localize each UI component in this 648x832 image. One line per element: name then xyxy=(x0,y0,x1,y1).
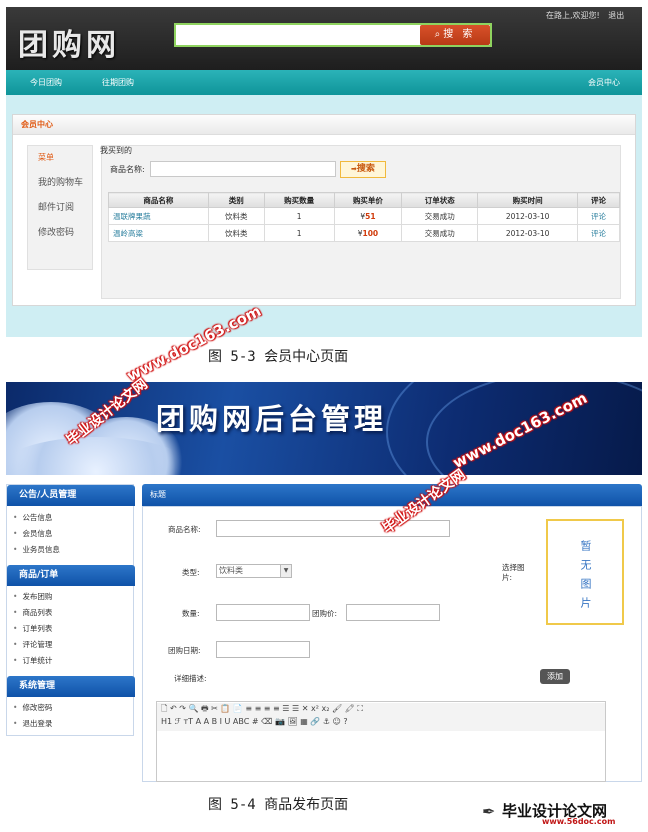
row-category: 饮料类 xyxy=(207,207,265,225)
product-name-label: 商品名称: xyxy=(168,525,201,534)
sidebar-item-product-list[interactable]: 商品列表 xyxy=(13,607,52,618)
sidebar-item-order-list[interactable]: 订单列表 xyxy=(13,623,52,634)
col-category: 类别 xyxy=(207,192,265,208)
logout-link[interactable]: 退出 xyxy=(608,11,624,20)
top-links: 在路上,欢迎您! 退出 xyxy=(546,10,630,21)
nav-member-center[interactable]: 会员中心 xyxy=(588,77,620,88)
panel-title: 会员中心 xyxy=(13,115,635,135)
sidebar-section-announcements[interactable]: 公告/人员管理 xyxy=(7,485,135,506)
col-time: 购买时间 xyxy=(477,192,579,208)
member-sidebar: 菜单 我的购物车 邮件订阅 修改密码 xyxy=(27,145,93,270)
sidebar-item-subscription[interactable]: 邮件订阅 xyxy=(28,194,92,219)
orders-area: 我买到的 商品名称: ➡搜索 商品名称 类别 购买数量 购买单价 订单状态 购买… xyxy=(100,145,621,299)
sidebar-section-system[interactable]: 系统管理 xyxy=(7,676,135,697)
sidebar-item-member-info[interactable]: 会员信息 xyxy=(13,528,52,539)
search-button[interactable]: ⌕搜 索 xyxy=(420,25,490,45)
type-label: 类型: xyxy=(182,568,200,577)
group-price-label: 团购价: xyxy=(312,609,338,618)
pen-icon: ✒ xyxy=(482,802,496,821)
col-comment: 评论 xyxy=(577,192,620,208)
editor-toolbar-row-2[interactable]: H1 ℱ тT A A B I U ABC # ⌫ 📷 🖼 ▦ 🔗 ⚓ ☺ ? xyxy=(157,717,605,731)
sidebar-item-logout[interactable]: 退出登录 xyxy=(13,718,52,729)
col-status: 订单状态 xyxy=(401,192,479,208)
type-select-value: 饮料类 xyxy=(219,566,243,575)
orders-table: 商品名称 类别 购买数量 购买单价 订单状态 购买时间 评论 温联牌果蔬 饮料类… xyxy=(108,192,620,242)
sidebar-item-comment-management[interactable]: 评论管理 xyxy=(13,639,52,650)
photo-preview[interactable]: 暂无图片 xyxy=(546,519,624,625)
row-quantity: 1 xyxy=(263,207,335,225)
col-product: 商品名称 xyxy=(108,192,209,208)
table-row: 温岭高粱 饮料类 1 ¥100 交易成功 2012-03-10 评论 xyxy=(108,224,620,242)
row-price: ¥100 xyxy=(333,224,403,242)
row-category: 饮料类 xyxy=(207,224,265,242)
filter-search-button[interactable]: ➡搜索 xyxy=(340,161,386,178)
table-row: 温联牌果蔬 饮料类 1 ¥51 交易成功 2012-03-10 评论 xyxy=(108,207,620,225)
photo-label: 选择图片: xyxy=(502,563,525,582)
sidebar-item-publish-deal[interactable]: 发布团购 xyxy=(13,591,52,602)
table-header-row: 商品名称 类别 购买数量 购买单价 订单状态 购买时间 评论 xyxy=(108,192,620,208)
price-value: 51 xyxy=(365,211,376,221)
admin-sidebar: 公告/人员管理 公告信息 会员信息 业务员信息 商品/订单 发布团购 商品列表 … xyxy=(6,484,135,736)
nav-past-deals[interactable]: 往期团购 xyxy=(102,77,134,88)
site-logo[interactable]: 团购网 xyxy=(18,20,120,64)
row-product-link[interactable]: 温岭高粱 xyxy=(108,224,209,242)
admin-title: 团购网后台管理 xyxy=(156,402,388,436)
sidebar-item-password[interactable]: 修改密码 xyxy=(28,219,92,244)
row-time: 2012-03-10 xyxy=(477,207,579,225)
chevron-down-icon: ▼ xyxy=(280,565,291,577)
main-nav: 今日团购 往期团购 会员中心 xyxy=(6,70,642,95)
section-label: 我买到的 xyxy=(100,146,132,155)
sidebar-item-order-statistics[interactable]: 订单统计 xyxy=(13,655,52,666)
admin-publish-screenshot: 团购网后台管理 公告/人员管理 公告信息 会员信息 业务员信息 商品/订单 发布… xyxy=(6,382,642,782)
quantity-label: 数量: xyxy=(182,609,200,618)
main-panel-header: 标题 xyxy=(142,484,642,506)
footer-logo: ✒ 毕业设计论文网 www.56doc.com xyxy=(482,800,642,828)
add-button[interactable]: 添加 xyxy=(540,669,570,684)
sidebar-item-staff-info[interactable]: 业务员信息 xyxy=(13,544,60,555)
nav-today-deals[interactable]: 今日团购 xyxy=(30,77,62,88)
row-time: 2012-03-10 xyxy=(477,224,579,242)
editor-toolbar-row-1[interactable]: 🗋 ↶ ↷ 🔍 🖶 ✂ 📋 📄 ≡ ≡ ≡ ≡ ☰ ☰ ✕ x² x₂ 🖌 🖍 … xyxy=(157,703,605,717)
sidebar-section-products[interactable]: 商品/订单 xyxy=(7,565,135,586)
price-value: 100 xyxy=(362,228,379,238)
description-label: 详细描述: xyxy=(174,674,207,683)
row-comment-link[interactable]: 评论 xyxy=(577,224,620,242)
row-status: 交易成功 xyxy=(401,224,479,242)
search-button-label: 搜 索 xyxy=(443,29,476,40)
filter-search-label: 搜索 xyxy=(356,164,375,174)
product-name-input[interactable] xyxy=(150,161,336,177)
member-panel: 会员中心 菜单 我的购物车 邮件订阅 修改密码 我买到的 商品名称: ➡搜索 商… xyxy=(12,114,636,306)
sidebar-item-change-password[interactable]: 修改密码 xyxy=(13,702,52,713)
welcome-text: 在路上,欢迎您! xyxy=(546,11,600,20)
sidebar-item-announcement-info[interactable]: 公告信息 xyxy=(13,512,52,523)
row-product-link[interactable]: 温联牌果蔬 xyxy=(108,207,209,225)
row-price: ¥51 xyxy=(333,207,403,225)
photo-placeholder-text: 暂无图片 xyxy=(579,540,592,616)
deal-date-field[interactable] xyxy=(216,641,310,658)
sidebar-item-cart[interactable]: 我的购物车 xyxy=(28,169,92,194)
row-status: 交易成功 xyxy=(401,207,479,225)
product-name-field[interactable] xyxy=(216,520,450,537)
sidebar-menu-heading: 菜单 xyxy=(38,153,54,162)
member-center-screenshot: 团购网 ⌕搜 索 在路上,欢迎您! 退出 今日团购 往期团购 会员中心 会员中心… xyxy=(6,7,642,337)
type-select[interactable]: 饮料类 ▼ xyxy=(216,564,292,578)
figure-caption-1: 图 5-3 会员中心页面 xyxy=(208,349,349,365)
col-quantity: 购买数量 xyxy=(263,192,335,208)
top-bar: 团购网 ⌕搜 索 在路上,欢迎您! 退出 xyxy=(6,7,642,70)
footer-url: www.56doc.com xyxy=(542,817,616,826)
rich-text-editor[interactable]: 🗋 ↶ ↷ 🔍 🖶 ✂ 📋 📄 ≡ ≡ ≡ ≡ ☰ ☰ ✕ x² x₂ 🖌 🖍 … xyxy=(156,701,606,782)
row-quantity: 1 xyxy=(263,224,335,242)
group-price-field[interactable] xyxy=(346,604,440,621)
quantity-field[interactable] xyxy=(216,604,310,621)
filter-label: 商品名称: xyxy=(110,165,145,174)
row-comment-link[interactable]: 评论 xyxy=(577,207,620,225)
deal-date-label: 团购日期: xyxy=(168,646,201,655)
search-icon: ⌕ xyxy=(434,29,444,40)
figure-caption-2: 图 5-4 商品发布页面 xyxy=(208,797,349,813)
col-unit-price: 购买单价 xyxy=(333,192,403,208)
